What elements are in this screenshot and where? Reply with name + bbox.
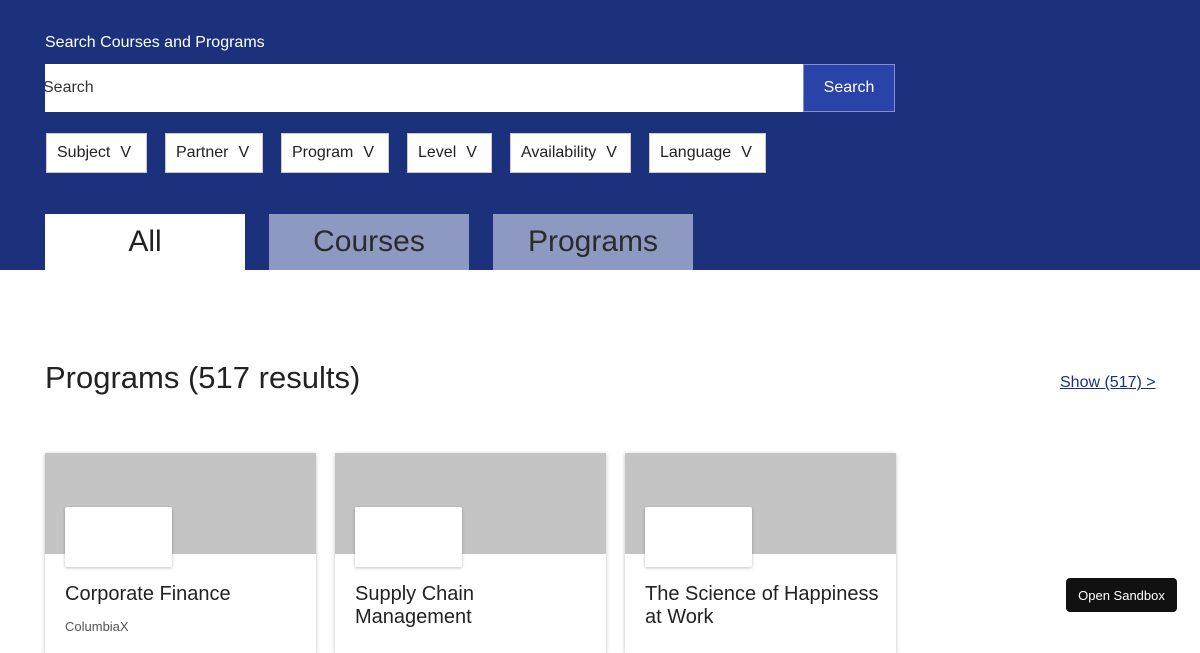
chevron-down-icon: V bbox=[238, 144, 250, 161]
program-card[interactable]: The Science of Happiness at Work bbox=[625, 453, 896, 653]
partner-logo bbox=[65, 507, 172, 567]
tab-programs[interactable]: Programs bbox=[493, 214, 693, 270]
search-label: Search Courses and Programs bbox=[45, 34, 265, 51]
search-header: Search Courses and Programs Search Subje… bbox=[0, 0, 1200, 270]
filter-label: Program bbox=[292, 144, 354, 161]
tab-courses[interactable]: Courses bbox=[269, 214, 469, 270]
show-all-link[interactable]: Show (517) > bbox=[1060, 374, 1156, 392]
filter-availability[interactable]: Availability V bbox=[510, 133, 631, 173]
program-card[interactable]: Supply Chain Management bbox=[335, 453, 606, 653]
filter-label: Subject bbox=[57, 144, 111, 161]
partner-logo bbox=[355, 507, 462, 567]
partner-logo bbox=[645, 507, 752, 567]
filter-label: Language bbox=[660, 144, 732, 161]
chevron-down-icon: V bbox=[466, 144, 477, 161]
tab-all[interactable]: All bbox=[45, 214, 245, 270]
search-input[interactable] bbox=[45, 64, 804, 112]
card-title: Corporate Finance bbox=[65, 583, 231, 605]
chevron-down-icon: V bbox=[606, 144, 617, 161]
filter-label: Availability bbox=[521, 144, 597, 161]
chevron-down-icon: V bbox=[120, 144, 132, 161]
card-org: ColumbiaX bbox=[65, 619, 129, 634]
card-title: Supply Chain Management bbox=[355, 583, 474, 628]
program-card[interactable]: Corporate Finance ColumbiaX bbox=[45, 453, 316, 653]
chevron-down-icon: V bbox=[363, 144, 375, 161]
filter-label: Partner bbox=[176, 144, 229, 161]
search-button[interactable]: Search bbox=[803, 64, 895, 112]
filter-program[interactable]: Program V bbox=[281, 133, 389, 173]
chevron-down-icon: V bbox=[741, 144, 752, 161]
open-sandbox-button[interactable]: Open Sandbox bbox=[1066, 578, 1177, 612]
filter-partner[interactable]: Partner V bbox=[165, 133, 263, 173]
filter-subject[interactable]: Subject V bbox=[46, 133, 147, 173]
card-title: The Science of Happiness at Work bbox=[645, 583, 879, 628]
results-title: Programs (517 results) bbox=[45, 360, 361, 395]
filter-level[interactable]: Level V bbox=[407, 133, 492, 173]
filter-label: Level bbox=[418, 144, 457, 161]
filter-language[interactable]: Language V bbox=[649, 133, 766, 173]
